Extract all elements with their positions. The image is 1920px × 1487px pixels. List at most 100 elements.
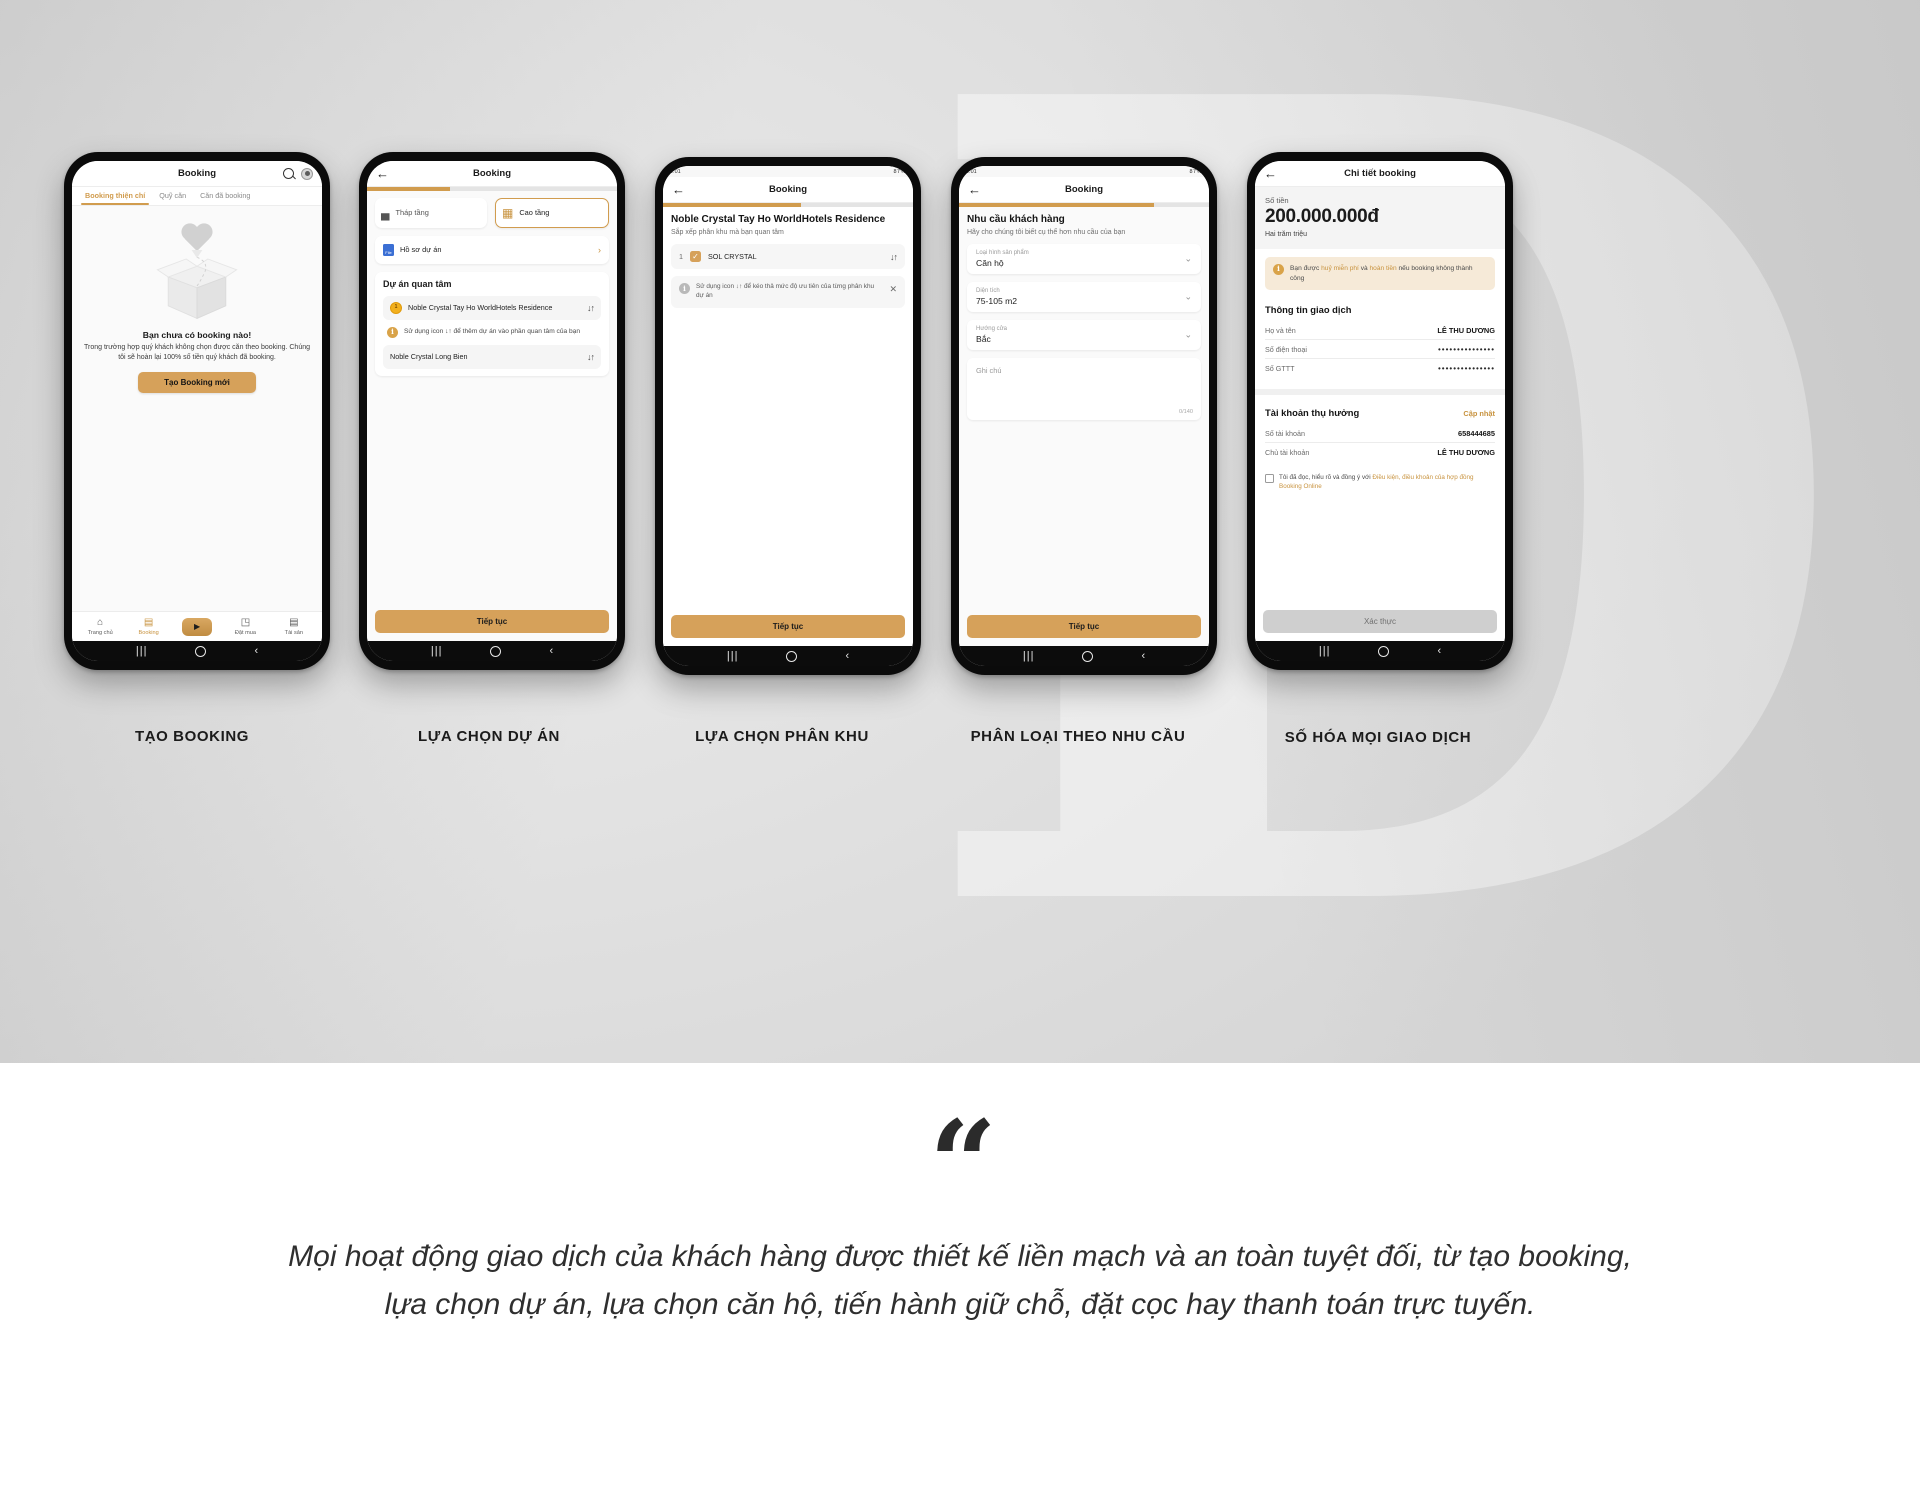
table-row: Số GTTT ••••••••••••••• xyxy=(1265,359,1495,377)
project-documents-row[interactable]: File Hồ sơ dự án › xyxy=(375,235,609,264)
home-nav-icon[interactable] xyxy=(1378,645,1390,657)
project-row-interested[interactable]: 1 Noble Crystal Tay Ho WorldHotels Resid… xyxy=(383,295,601,320)
tabbar-label-purchase: Đặt mua xyxy=(234,629,256,636)
tab-can-da-booking[interactable]: Căn đã booking xyxy=(193,187,257,205)
field-product-type[interactable]: Loại hình sản phẩm Căn hộ ⌄ xyxy=(967,244,1201,274)
quote-text: Mọi hoạt động giao dịch của khách hàng đ… xyxy=(288,1240,1632,1321)
field-product-type-value: Căn hộ xyxy=(976,258,1004,268)
back-arrow-icon[interactable]: ← xyxy=(968,183,981,196)
hero-section: D Booking Booking thiện chí Quỹ căn Căn … xyxy=(0,0,1920,1063)
recents-icon[interactable]: ||| xyxy=(1023,650,1035,662)
section-divider xyxy=(1255,389,1505,396)
table-row: Chủ tài khoản LÊ THU DƯƠNG xyxy=(1265,443,1495,461)
back-arrow-icon[interactable]: ← xyxy=(376,167,389,180)
update-link[interactable]: Cập nhật xyxy=(1463,409,1495,418)
row-value-fullname: LÊ THU DƯƠNG xyxy=(1437,326,1495,336)
field-direction[interactable]: Hướng cửa Bắc ⌄ xyxy=(967,320,1201,350)
phone-1-android-navbar: ||| ‹ xyxy=(72,641,322,661)
back-nav-icon[interactable]: ‹ xyxy=(845,650,849,662)
money-icon: ▤ xyxy=(289,616,299,628)
play-fab-icon: ▶ xyxy=(182,617,213,636)
tabbar-label-assets: Tài sản xyxy=(284,629,303,636)
back-arrow-icon[interactable]: ← xyxy=(1264,167,1277,180)
phone-4-customer-needs: 9:01 87% ← Booking Nhu cầu khách hàng Hã… xyxy=(948,154,1220,678)
checkbox-checked-icon[interactable]: ✓ xyxy=(690,251,701,262)
tab-quy-can[interactable]: Quỹ căn xyxy=(152,187,193,205)
amount-label: Số tiền xyxy=(1265,196,1289,205)
tab-booking-thien-chi[interactable]: Booking thiện chí xyxy=(78,187,152,205)
note-textarea[interactable]: Ghi chú 0/140 xyxy=(967,358,1201,420)
terms-agreement[interactable]: Tôi đã đọc, hiểu rõ và đồng ý với Điều k… xyxy=(1255,467,1505,491)
recents-icon[interactable]: ||| xyxy=(727,650,739,662)
phone-1-appbar: Booking xyxy=(72,161,322,187)
empty-state: Bạn chưa có booking nào! Trong trường hợ… xyxy=(72,206,322,394)
info-icon: i xyxy=(387,326,398,338)
statusbar-time: 9:01 xyxy=(670,168,681,175)
table-row: Số điện thoại ••••••••••••••• xyxy=(1265,340,1495,360)
phone-1-create-booking: Booking Booking thiện chí Quỹ căn Căn đã… xyxy=(61,149,333,673)
verify-button[interactable]: Xác thực xyxy=(1263,610,1497,633)
amount-value: 200.000.000đ xyxy=(1265,206,1379,227)
home-nav-icon[interactable] xyxy=(786,650,798,662)
phone-3-footer: Tiếp tục xyxy=(663,607,913,646)
recents-icon[interactable]: ||| xyxy=(1319,645,1331,657)
recents-icon[interactable]: ||| xyxy=(136,645,148,657)
field-area[interactable]: Diện tích 75-105 m2 ⌄ xyxy=(967,282,1201,312)
home-nav-icon[interactable] xyxy=(195,645,207,657)
search-icon[interactable] xyxy=(283,168,294,179)
tabbar-item-purchase[interactable]: ◳ Đặt mua xyxy=(221,617,269,636)
back-nav-icon[interactable]: ‹ xyxy=(254,645,258,657)
phone-2-appbar: ← Booking xyxy=(367,161,617,187)
avatar-icon[interactable] xyxy=(301,167,313,180)
continue-button[interactable]: Tiếp tục xyxy=(967,615,1201,638)
tabbar-item-booking[interactable]: ▤ Booking xyxy=(124,617,172,636)
tabbar-item-assets[interactable]: ▤ Tài sản xyxy=(270,616,318,636)
quote-mark-icon: “ xyxy=(929,1094,997,1233)
building-type-segments: ▄ Tháp tầng ▦ Cao tầng xyxy=(375,197,609,228)
recents-icon[interactable]: ||| xyxy=(431,645,443,657)
row-label-phone: Số điện thoại xyxy=(1265,345,1307,355)
phone-5-footer: Xác thực xyxy=(1255,606,1505,641)
sort-updown-icon[interactable]: ↓↑ xyxy=(587,351,595,363)
tabbar-item-home[interactable]: ⌂ Trang chủ xyxy=(76,617,124,636)
chevron-down-icon[interactable]: ⌄ xyxy=(1184,254,1192,265)
row-label-fullname: Họ và tên xyxy=(1265,326,1296,336)
phone-3-screen: 9:01 87% ← Booking Noble Crystal Tay Ho … xyxy=(663,166,913,666)
alert-gold-refund: hoàn tiền xyxy=(1369,265,1397,272)
phone-3-statusbar: 9:01 87% xyxy=(663,166,913,177)
phone-4-title: Booking xyxy=(1065,184,1103,195)
info-icon: i xyxy=(679,283,690,294)
segment-low-rise[interactable]: ▄ Tháp tầng xyxy=(375,197,487,228)
create-booking-button[interactable]: Tạo Booking mới xyxy=(138,372,256,394)
continue-button[interactable]: Tiếp tục xyxy=(375,610,609,633)
chevron-down-icon[interactable]: ⌄ xyxy=(1184,292,1192,303)
amount-block: Số tiền 200.000.000đ Hai trăm triệu xyxy=(1255,187,1505,249)
back-nav-icon[interactable]: ‹ xyxy=(1437,645,1441,657)
project-row-other[interactable]: Noble Crystal Long Bien ↓↑ xyxy=(383,344,601,369)
close-icon[interactable]: ✕ xyxy=(889,283,897,296)
phone-5-title: Chi tiết booking xyxy=(1344,168,1416,179)
caption-phone-2: LỰA CHỌN DỰ ÁN xyxy=(418,728,560,745)
field-area-label: Diện tích xyxy=(976,288,1000,294)
back-arrow-icon[interactable]: ← xyxy=(672,183,685,196)
phone-1-screen: Booking Booking thiện chí Quỹ căn Căn đã… xyxy=(72,161,322,661)
home-nav-icon[interactable] xyxy=(1082,650,1094,662)
sort-updown-icon[interactable]: ↓↑ xyxy=(587,302,595,314)
high-rise-icon: ▦ xyxy=(502,205,514,220)
phone-3-appbar: ← Booking xyxy=(663,177,913,203)
segment-high-rise[interactable]: ▦ Cao tầng xyxy=(495,197,609,228)
sort-updown-icon[interactable]: ↓↑ xyxy=(890,252,898,262)
terms-checkbox[interactable] xyxy=(1265,474,1274,484)
zone-row[interactable]: 1 ✓ SOL CRYSTAL ↓↑ xyxy=(671,244,905,269)
chevron-down-icon[interactable]: ⌄ xyxy=(1184,330,1192,341)
phone-1-tabs: Booking thiện chí Quỹ căn Căn đã booking xyxy=(72,187,322,206)
back-nav-icon[interactable]: ‹ xyxy=(1141,650,1145,662)
row-label-gttt: Số GTTT xyxy=(1265,364,1295,374)
phone-2-footer: Tiếp tục xyxy=(367,602,617,641)
beneficiary-section: Tài khoản thụ hưởng Cập nhật Số tài khoả… xyxy=(1255,401,1505,467)
tabbar-item-fab[interactable]: ▶ xyxy=(173,617,221,636)
continue-button[interactable]: Tiếp tục xyxy=(671,615,905,638)
tabbar-label-booking: Booking xyxy=(138,629,159,636)
back-nav-icon[interactable]: ‹ xyxy=(549,645,553,657)
home-nav-icon[interactable] xyxy=(490,645,502,657)
